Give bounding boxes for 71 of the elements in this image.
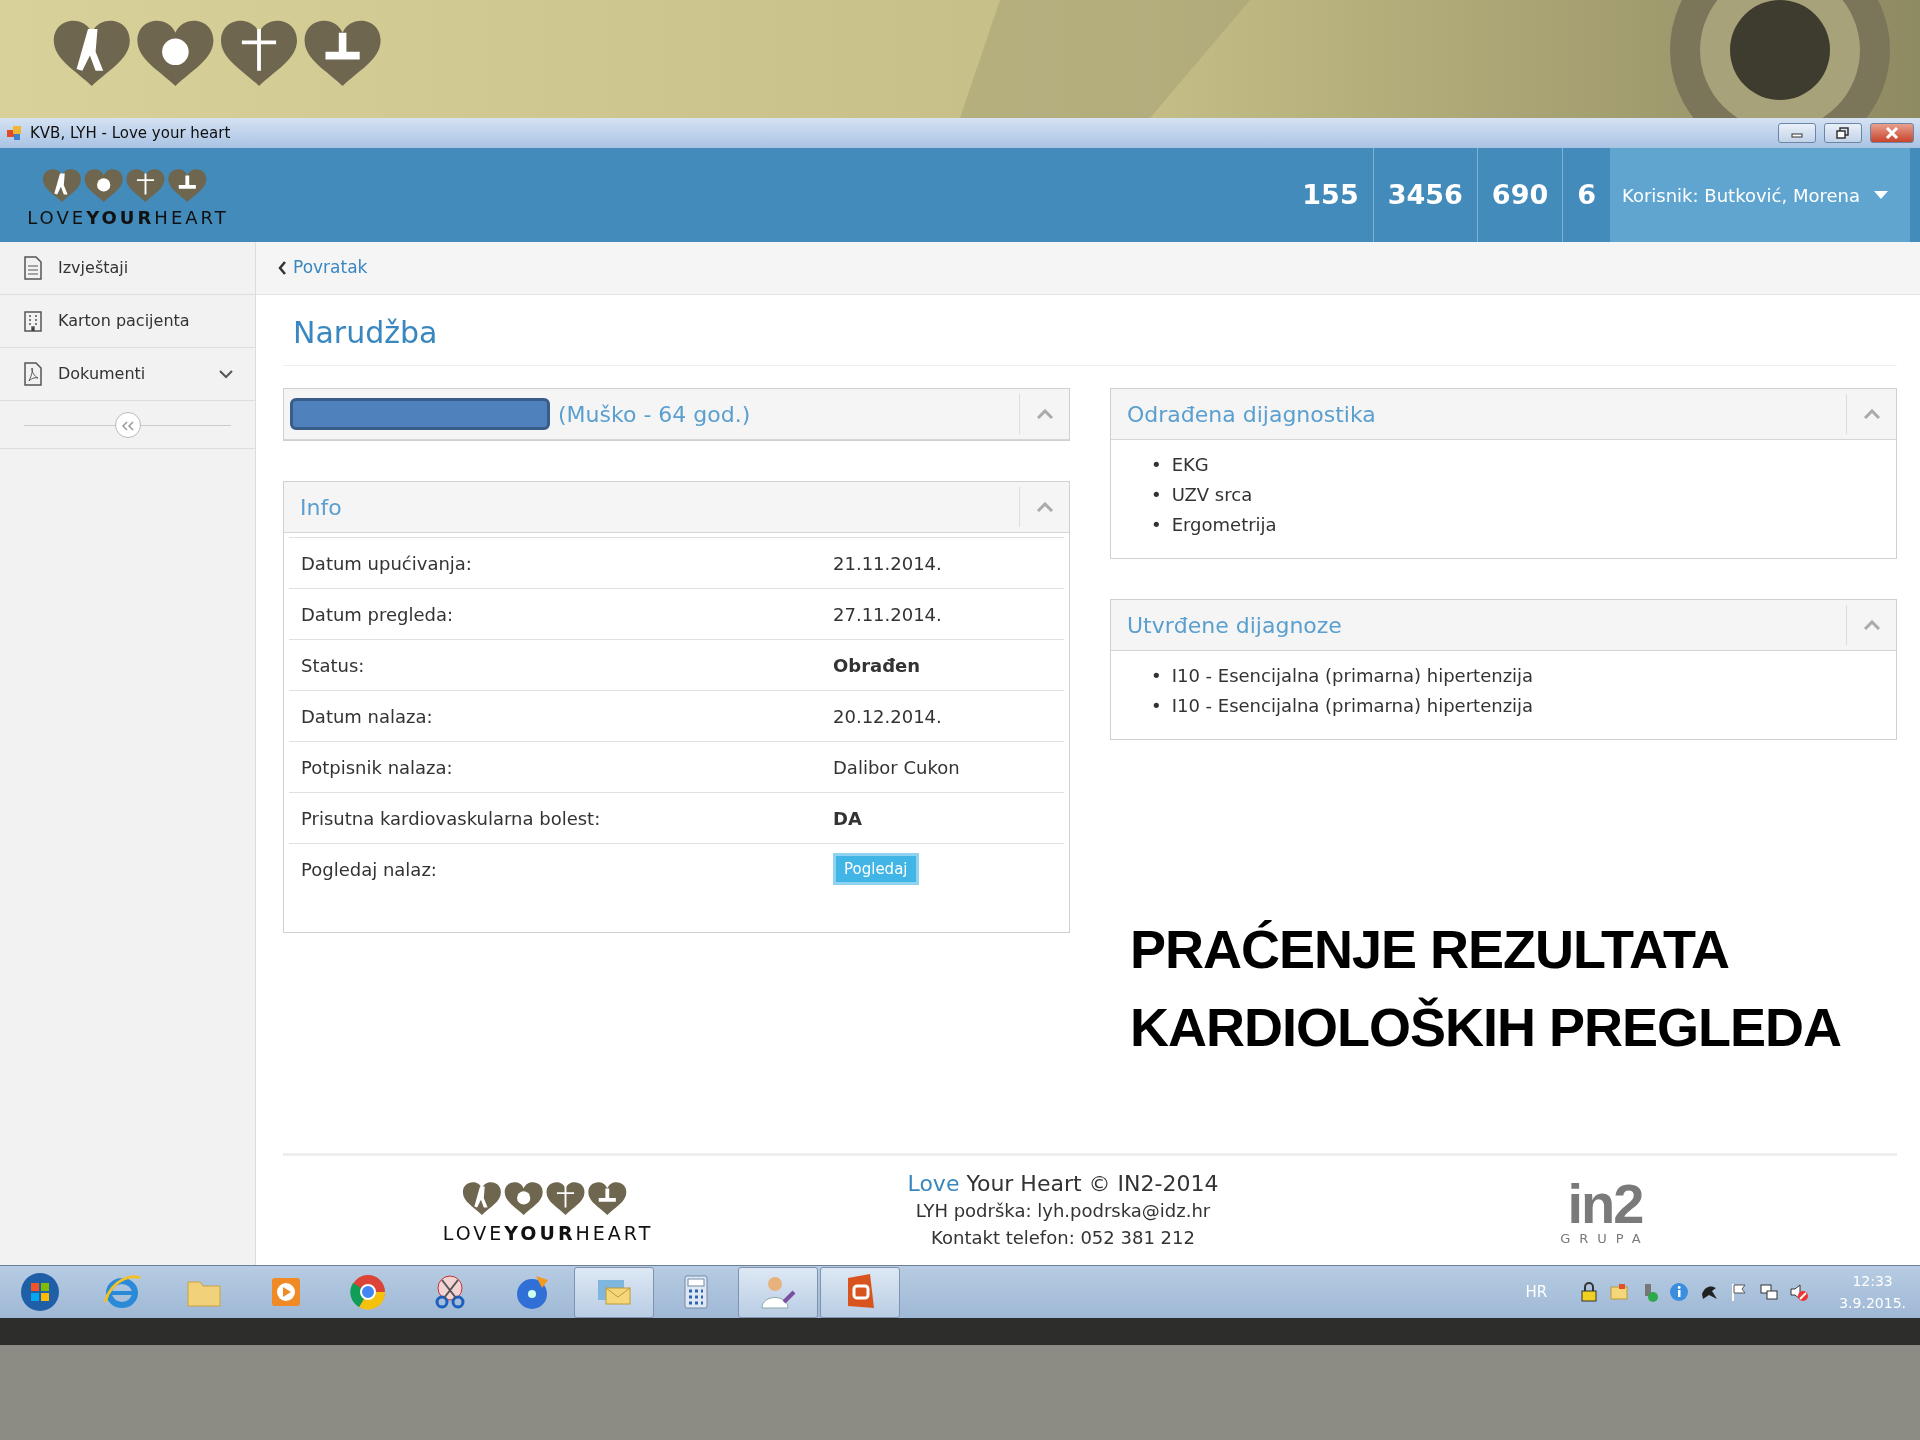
slide-caption: KARDIOLOŠKIH PREGLEDA bbox=[1130, 996, 1842, 1059]
panel-title: Odrađena dijagnostika bbox=[1126, 400, 1377, 429]
chevron-up-icon bbox=[1863, 409, 1880, 419]
chevron-up-icon bbox=[1863, 620, 1880, 630]
page-title: Narudžba bbox=[283, 295, 1897, 366]
user-menu[interactable]: Korisnik: Butković, Morena bbox=[1610, 148, 1910, 242]
footer-text: LYH podrška: lyh.podrska@idz.hr bbox=[914, 1199, 1212, 1223]
start-orb-icon bbox=[20, 1272, 60, 1312]
list-item: I10 - Esencijalna (primarna) hipertenzija bbox=[1171, 664, 1534, 688]
close-icon bbox=[1885, 127, 1899, 139]
field-label: Datum pregleda: bbox=[301, 602, 455, 627]
chevron-up-icon bbox=[1036, 502, 1053, 512]
field-label: Prisutna kardiovaskularna bolest: bbox=[301, 806, 602, 831]
taskbar-button[interactable] bbox=[738, 1266, 818, 1318]
bullet: • bbox=[1151, 513, 1162, 537]
lock-icon[interactable] bbox=[1579, 1282, 1600, 1302]
list-item: UZV srca bbox=[1171, 483, 1253, 507]
list-item: I10 - Esencijalna (primarna) hipertenzija bbox=[1171, 694, 1534, 718]
field-label: Datum nalaza: bbox=[301, 704, 434, 729]
building-icon bbox=[22, 309, 44, 333]
counter[interactable]: 155 bbox=[1288, 148, 1373, 242]
info-icon[interactable] bbox=[1669, 1282, 1690, 1302]
app-icon bbox=[6, 125, 22, 141]
sidebar-item[interactable]: Karton pacijenta bbox=[0, 295, 255, 348]
caret-icon bbox=[1874, 191, 1888, 199]
field-label: Potpisnik nalaza: bbox=[301, 755, 454, 780]
patient-subtitle: (Muško - 64 god.) bbox=[558, 400, 751, 429]
speaker-muted-icon[interactable] bbox=[1789, 1282, 1810, 1302]
field-value: 27.11.2014. bbox=[833, 602, 942, 627]
bullet: • bbox=[1151, 453, 1162, 477]
envelope-icon[interactable] bbox=[1609, 1282, 1630, 1302]
clock-date[interactable]: 3.9.2015. bbox=[1839, 1292, 1906, 1314]
view-button[interactable]: Pogledaj bbox=[833, 852, 919, 886]
minimize-button[interactable] bbox=[1778, 123, 1816, 143]
taskbar-button[interactable] bbox=[820, 1266, 900, 1318]
field-value: Dalibor Cukon bbox=[833, 755, 960, 780]
slide-caption: PRAĆENJE REZULTATA bbox=[1130, 918, 1729, 981]
list-item: Ergometrija bbox=[1171, 513, 1277, 537]
field-label: Pogledaj nalaz: bbox=[301, 857, 438, 882]
chrome-icon bbox=[348, 1272, 388, 1312]
sidebar-item[interactable]: Dokumenti bbox=[0, 348, 255, 401]
field-value: Obrađen bbox=[833, 653, 921, 678]
field-value: 20.12.2014. bbox=[833, 704, 942, 729]
panel-title: Info bbox=[299, 493, 343, 522]
pdf-icon bbox=[22, 362, 44, 386]
chevron-up-icon bbox=[1036, 409, 1053, 419]
field-value: DA bbox=[833, 806, 862, 831]
bullet: • bbox=[1151, 483, 1162, 507]
close-button[interactable] bbox=[1870, 123, 1914, 143]
chevron-left-icon bbox=[278, 261, 287, 275]
double-chevron-left-icon bbox=[121, 420, 134, 431]
bullet: • bbox=[1151, 664, 1162, 688]
restore-icon bbox=[1836, 127, 1850, 139]
document-icon bbox=[22, 256, 44, 280]
collapse-button[interactable] bbox=[114, 411, 141, 438]
list-item: EKG bbox=[1171, 453, 1209, 477]
partner-logo-text: in2 bbox=[1567, 1176, 1643, 1232]
footer-text: Kontakt telefon: 052 381 212 bbox=[930, 1226, 1196, 1250]
taskbar-button[interactable] bbox=[574, 1266, 654, 1318]
back-link[interactable]: Povratak bbox=[278, 255, 368, 281]
window-title: KVB, LYH - Love your heart bbox=[30, 122, 232, 144]
panel-title: Utvrđene dijagnoze bbox=[1126, 611, 1343, 640]
restore-button[interactable] bbox=[1824, 123, 1862, 143]
field-label: Status: bbox=[301, 653, 366, 678]
sidebar-item[interactable]: Izvještaji bbox=[0, 242, 255, 295]
field-value: 21.11.2014. bbox=[833, 551, 942, 576]
network-icon[interactable] bbox=[1759, 1282, 1780, 1302]
partner-logo-subtext: GRUPA bbox=[1560, 1232, 1650, 1245]
footer-title: Love Your Heart © IN2-2014 bbox=[906, 1170, 1220, 1197]
field-label: Datum upućivanja: bbox=[301, 551, 473, 576]
bullet: • bbox=[1151, 694, 1162, 718]
